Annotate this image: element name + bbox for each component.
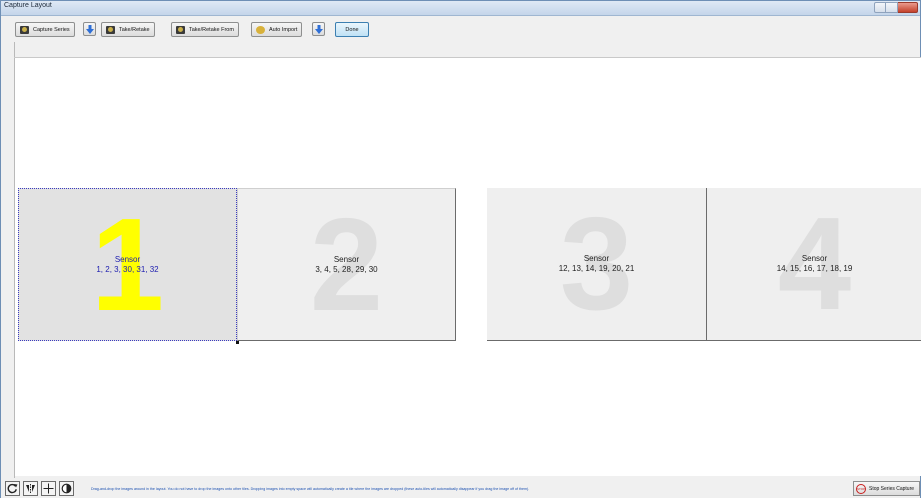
sensor-tile-1[interactable]: 1 Sensor 1, 2, 3, 30, 31, 32 [18, 188, 237, 341]
rotate-icon [7, 483, 18, 494]
capture-series-button[interactable]: Capture Series [15, 22, 75, 37]
stop-icon: STOP [856, 483, 866, 494]
close-button[interactable] [898, 2, 918, 13]
stop-icon-text: STOP [857, 486, 866, 491]
auto-import-button[interactable]: Auto Import [251, 22, 303, 37]
sensor-tile-3[interactable]: 3 Sensor 12, 13, 14, 19, 20, 21 [487, 188, 706, 341]
take-retake-from-label: Take/Retake From [189, 26, 234, 33]
maximize-button[interactable] [886, 2, 898, 13]
status-bar: Drag-and-drop the images around in the l… [1, 479, 920, 498]
flip-horizontal-button[interactable] [23, 481, 38, 496]
tile-sensor-title: Sensor [801, 254, 828, 263]
tile-sensor-list: 12, 13, 14, 19, 20, 21 [558, 264, 635, 273]
capture-layout-window: Capture Layout Capture Series Take/Retak… [0, 0, 921, 498]
dropdown-arrow-icon [86, 25, 94, 34]
take-retake-button[interactable]: Take/Retake [101, 22, 155, 37]
tile-sensor-title: Sensor [583, 254, 610, 263]
done-button[interactable]: Done [335, 22, 369, 37]
sensor-tile-4[interactable]: 4 Sensor 14, 15, 16, 17, 18, 19 [706, 188, 921, 341]
window-title: Capture Layout [4, 2, 52, 9]
tile-sensor-list: 3, 4, 5, 28, 29, 30 [315, 265, 378, 274]
window-controls [874, 2, 918, 13]
tile-sensor-list: 1, 2, 3, 30, 31, 32 [96, 265, 159, 274]
capture-series-dropdown-button[interactable] [83, 22, 96, 36]
sensor-tile-2[interactable]: 2 Sensor 3, 4, 5, 28, 29, 30 [237, 188, 456, 341]
stop-series-capture-label: Stop Series Capture [869, 485, 915, 492]
camera-icon [106, 25, 115, 34]
layout-canvas[interactable]: 1 Sensor 1, 2, 3, 30, 31, 32 2 Sensor 3,… [15, 58, 921, 476]
auto-import-label: Auto Import [269, 26, 298, 33]
take-retake-label: Take/Retake [119, 26, 150, 33]
toolbar: Capture Series Take/Retake Take/Retake F… [1, 16, 920, 42]
crosshair-button[interactable] [41, 481, 56, 496]
take-retake-from-button[interactable]: Take/Retake From [171, 22, 239, 37]
rotate-button[interactable] [5, 481, 20, 496]
stop-series-capture-button[interactable]: STOP Stop Series Capture [853, 481, 920, 496]
contrast-button[interactable] [59, 481, 74, 496]
gear-icon [256, 25, 265, 34]
camera-icon [176, 25, 185, 34]
crosshair-icon [43, 483, 54, 494]
resize-handle[interactable] [236, 341, 239, 344]
flip-horizontal-icon [26, 484, 35, 493]
contrast-icon [61, 483, 72, 494]
title-bar: Capture Layout [1, 1, 920, 16]
auto-import-dropdown-button[interactable] [312, 22, 325, 36]
tile-sensor-list: 14, 15, 16, 17, 18, 19 [776, 264, 853, 273]
help-text: Drag-and-drop the images around in the l… [91, 487, 530, 491]
capture-series-label: Capture Series [33, 26, 70, 33]
tile-sensor-title: Sensor [114, 255, 141, 264]
camera-icon [20, 25, 29, 34]
tile-sensor-title: Sensor [333, 255, 360, 264]
dropdown-arrow-icon [315, 25, 323, 34]
minimize-button[interactable] [874, 2, 886, 13]
